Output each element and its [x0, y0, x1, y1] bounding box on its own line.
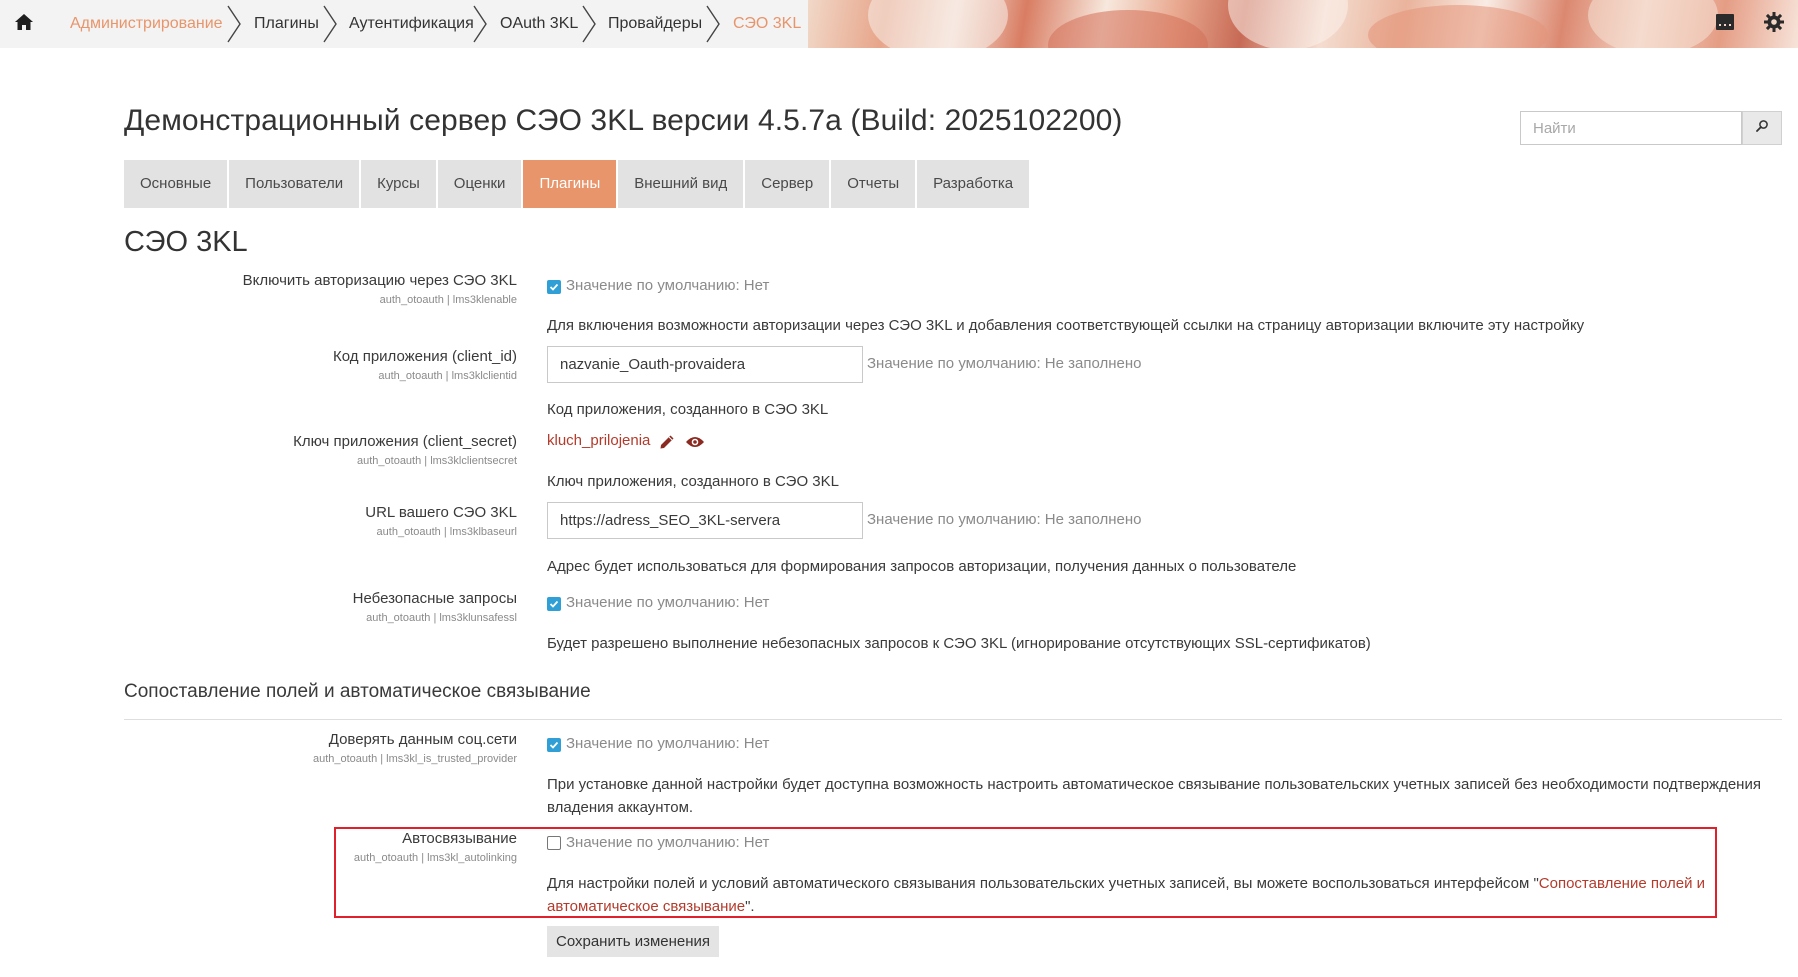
- setting-label: Автосвязывание: [402, 830, 517, 847]
- search-button[interactable]: [1742, 111, 1782, 145]
- setting-description: Для настройки полей и условий автоматиче…: [547, 872, 1727, 918]
- gear-icon: [1763, 11, 1785, 38]
- client-secret-value[interactable]: kluch_prilojenia: [547, 432, 650, 449]
- header-decoration: [808, 0, 1798, 48]
- breadcrumb-authentication[interactable]: Аутентификация: [349, 0, 474, 48]
- setting-key: auth_otoauth | lms3klclientsecret: [357, 455, 517, 467]
- pencil-icon: [660, 435, 674, 449]
- setting-label: URL вашего СЭО 3KL: [365, 504, 517, 521]
- unsafessl-checkbox[interactable]: [547, 597, 561, 611]
- home-button[interactable]: [0, 0, 48, 48]
- search-box: [1520, 111, 1742, 145]
- setting-description: Код приложения, созданного в СЭО 3KL: [547, 401, 829, 418]
- page-title: Демонстрационный сервер СЭО 3KL версии 4…: [124, 104, 1123, 137]
- message-drawer-icon: [1715, 13, 1735, 36]
- setting-baseurl-label-block: URL вашего СЭО 3KL auth_otoauth | lms3kl…: [365, 504, 517, 538]
- setting-default: Значение по умолчанию: Не заполнено: [867, 511, 1142, 528]
- tab-courses[interactable]: Курсы: [361, 160, 436, 208]
- setting-description: Будет разрешено выполнение небезопасных …: [547, 635, 1371, 652]
- search-icon: [1755, 119, 1769, 138]
- tab-reports[interactable]: Отчеты: [831, 160, 916, 208]
- enable-checkbox[interactable]: [547, 280, 561, 294]
- top-navbar: Администрирование Плагины Аутентификация…: [0, 0, 1798, 48]
- setting-description: Ключ приложения, созданного в СЭО 3KL: [547, 473, 839, 490]
- breadcrumb-administration[interactable]: Администрирование: [70, 0, 223, 48]
- search-input[interactable]: [1521, 112, 1741, 144]
- breadcrumb-oauth-3kl[interactable]: OAuth 3KL: [500, 0, 578, 48]
- admin-tabs: Основные Пользователи Курсы Оценки Плаги…: [124, 160, 1031, 208]
- setting-description: При установке данной настройки будет дос…: [547, 776, 1761, 816]
- checkmark-icon: [549, 283, 559, 291]
- breadcrumb-separator-icon: [582, 5, 596, 43]
- setting-client-id-label-block: Код приложения (client_id) auth_otoauth …: [333, 348, 517, 382]
- setting-autolinking-label-block: Автосвязывание auth_otoauth | lms3kl_aut…: [354, 830, 517, 864]
- setting-key: auth_otoauth | lms3kl_autolinking: [353, 852, 517, 864]
- eye-icon: [686, 437, 704, 447]
- baseurl-input[interactable]: [548, 503, 862, 538]
- breadcrumb-providers[interactable]: Провайдеры: [608, 0, 702, 48]
- setting-key: auth_otoauth | lms3klenable: [379, 294, 517, 306]
- checkmark-icon: [549, 600, 559, 608]
- setting-enable-label-block: Включить авторизацию через СЭО 3KL auth_…: [243, 272, 517, 306]
- breadcrumb-separator-icon: [227, 5, 241, 43]
- tab-development[interactable]: Разработка: [917, 160, 1030, 208]
- setting-label: Код приложения (client_id): [333, 348, 517, 365]
- setting-label: Доверять данным соц.сети: [328, 731, 517, 748]
- section-title: СЭО 3KL: [124, 226, 248, 258]
- trusted-provider-checkbox[interactable]: [547, 738, 561, 752]
- client-id-input[interactable]: [548, 347, 862, 382]
- subsection-title: Сопоставление полей и автоматическое свя…: [124, 681, 591, 702]
- setting-default: Значение по умолчанию: Нет: [566, 277, 770, 294]
- setting-label: Небезопасные запросы: [352, 590, 517, 607]
- baseurl-field: [547, 502, 863, 539]
- tab-general[interactable]: Основные: [124, 160, 228, 208]
- breadcrumb-current-seo-3kl: СЭО 3KL: [733, 15, 802, 32]
- description-text: ".: [745, 898, 755, 915]
- message-drawer-button[interactable]: [1713, 12, 1737, 36]
- setting-default: Значение по умолчанию: Нет: [566, 834, 770, 851]
- breadcrumb-separator-icon: [323, 5, 337, 43]
- client-id-field: [547, 346, 863, 383]
- breadcrumb-separator-icon: [706, 5, 720, 43]
- tab-server[interactable]: Сервер: [745, 160, 830, 208]
- home-icon: [14, 13, 34, 36]
- setting-client-secret-label-block: Ключ приложения (client_secret) auth_oto…: [293, 433, 517, 467]
- setting-unsafessl-label-block: Небезопасные запросы auth_otoauth | lms3…: [353, 590, 517, 624]
- breadcrumb-plugins[interactable]: Плагины: [254, 0, 319, 48]
- save-changes-button[interactable]: Сохранить изменения: [547, 926, 719, 957]
- setting-key: auth_otoauth | lms3klbaseurl: [376, 526, 517, 538]
- setting-key: auth_otoauth | lms3klclientid: [378, 370, 517, 382]
- breadcrumb-separator-icon: [473, 5, 487, 43]
- tab-appearance[interactable]: Внешний вид: [618, 160, 744, 208]
- description-text: Для настройки полей и условий автоматиче…: [547, 875, 1539, 892]
- section-divider: [124, 719, 1782, 720]
- setting-default: Значение по умолчанию: Не заполнено: [867, 355, 1142, 372]
- setting-default: Значение по умолчанию: Нет: [566, 735, 770, 752]
- tab-grades[interactable]: Оценки: [437, 160, 522, 208]
- reveal-secret-button[interactable]: [684, 432, 706, 452]
- autolinking-checkbox[interactable]: [547, 836, 561, 850]
- settings-menu-button[interactable]: [1762, 11, 1786, 38]
- setting-key: auth_otoauth | lms3kl_is_trusted_provide…: [312, 753, 517, 765]
- setting-trusted-label-block: Доверять данным соц.сети auth_otoauth | …: [313, 731, 517, 765]
- tab-plugins[interactable]: Плагины: [523, 160, 617, 208]
- setting-description: Для включения возможности авторизации че…: [547, 317, 1585, 334]
- edit-secret-button[interactable]: [656, 432, 678, 452]
- setting-default: Значение по умолчанию: Нет: [566, 594, 770, 611]
- tab-users[interactable]: Пользователи: [229, 160, 360, 208]
- setting-label: Включить авторизацию через СЭО 3KL: [242, 272, 517, 289]
- setting-label: Ключ приложения (client_secret): [293, 433, 517, 450]
- setting-description: Адрес будет использоваться для формирова…: [547, 558, 1297, 575]
- setting-key: auth_otoauth | lms3klunsafessl: [366, 612, 517, 624]
- checkmark-icon: [549, 741, 559, 749]
